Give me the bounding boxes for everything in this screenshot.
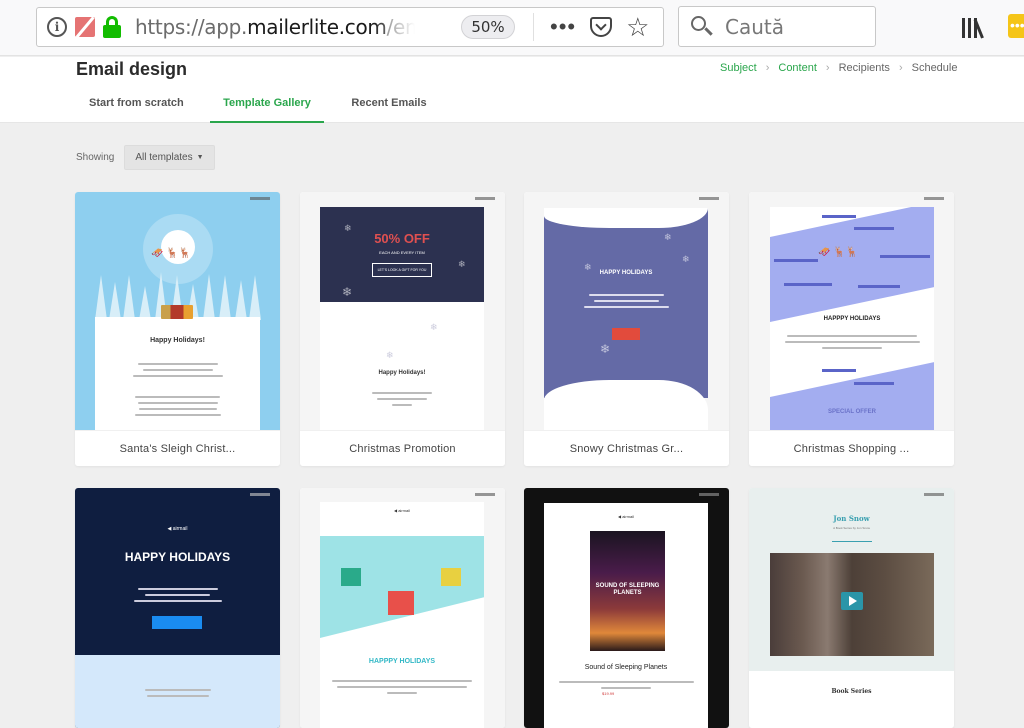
browser-toolbar: i https://app.mailerlite.com/emai 50% ••… (0, 0, 1024, 56)
template-name: Snowy Christmas Gr... (524, 430, 729, 466)
sleigh-illustration: 🛷 🦌🦌 (818, 247, 859, 258)
page-title: Email design (76, 59, 188, 79)
template-section-title: Book Series (831, 688, 872, 695)
chevron-right-icon: › (898, 62, 903, 74)
template-name: Christmas Promotion (300, 430, 505, 466)
view-in-browser-link (250, 197, 270, 200)
template-preview: 🛷 🦌🦌 Happy Holidays! (75, 192, 280, 430)
tab-recent-emails[interactable]: Recent Emails (324, 87, 454, 123)
breadcrumb-schedule[interactable]: Schedule (912, 62, 958, 74)
play-icon (841, 592, 863, 610)
page-header: Email design Subject › Content › Recipie… (0, 57, 1024, 123)
view-in-browser-link (699, 493, 719, 496)
view-in-browser-link (924, 493, 944, 496)
template-card[interactable]: 🛷 🦌🦌 Happy Holidays! Santa's Sleigh Chri… (75, 192, 280, 466)
airmail-logo: ◀ airmail (394, 508, 410, 513)
template-preview: ◀ airmail SOUND OF SLEEPING PLANETS Soun… (524, 488, 729, 728)
template-headline: HAPPY HOLIDAYS (599, 270, 653, 276)
template-headline: HAPPPY HOLIDAYS (368, 658, 436, 665)
breadcrumb-content[interactable]: Content (778, 62, 817, 74)
snow-illustration (544, 380, 708, 430)
template-cta: LET'S LOOK A GIFT FOR YOU (372, 263, 432, 277)
divider (533, 13, 534, 41)
template-cta (612, 328, 640, 340)
address-bar[interactable]: i https://app.mailerlite.com/emai 50% ••… (36, 7, 664, 47)
icicles-illustration (544, 208, 708, 228)
template-headline: Sound of Sleeping Planets (584, 664, 668, 671)
template-headline: 50% OFF (374, 231, 430, 246)
template-preview: 🛷 🦌🦌 HAPPPY HOLIDAYS SPECIAL OFFER (749, 192, 954, 430)
template-subline: EACH AND EVERY ITEM (379, 250, 425, 255)
template-subtitle: A Book Series by Jon Snow (833, 526, 870, 530)
view-in-browser-link (475, 197, 495, 200)
template-headline: HAPPY HOLIDAYS (124, 550, 231, 564)
book-price: $19.99 (602, 691, 615, 696)
breadcrumb-recipients[interactable]: Recipients (839, 62, 890, 74)
dropdown-value: All templates (135, 152, 193, 163)
pocket-icon[interactable] (590, 17, 613, 37)
template-filter: Showing All templates ▼ (76, 145, 215, 170)
template-card[interactable]: 🛷 🦌🦌 HAPPPY HOLIDAYS SPECIAL OFFER Chris… (749, 192, 954, 466)
template-name: Christmas Shopping ... (749, 430, 954, 466)
sleigh-illustration: 🛷 🦌🦌 (151, 248, 192, 259)
divider (832, 541, 872, 542)
template-card[interactable]: ◀ airmail SOUND OF SLEEPING PLANETS Soun… (524, 488, 729, 728)
tab-start-from-scratch[interactable]: Start from scratch (76, 87, 210, 123)
template-preview: ❄ ❄ ❄ ❄ HAPPY HOLIDAYS (524, 192, 729, 430)
url-prefix: https://app. (135, 15, 248, 39)
view-in-browser-link (475, 493, 495, 496)
template-card[interactable]: Jon Snow A Book Series by Jon Snow Book … (749, 488, 954, 728)
template-preview: ◀ airmail HAPPY HOLIDAYS (75, 488, 280, 728)
template-body-headline: Happy Holidays! (378, 370, 426, 376)
design-tabs: Start from scratch Template Gallery Rece… (76, 87, 454, 123)
view-in-browser-link (924, 197, 944, 200)
tab-template-gallery[interactable]: Template Gallery (210, 87, 324, 123)
url-text[interactable]: https://app.mailerlite.com/emai (135, 15, 415, 39)
filter-label: Showing (76, 152, 115, 163)
template-card[interactable]: ❄ ❄ ❄ 50% OFF EACH AND EVERY ITEM LET'S LO… (300, 192, 505, 466)
template-category-dropdown[interactable]: All templates ▼ (124, 145, 215, 170)
template-preview: Jon Snow A Book Series by Jon Snow Book … (749, 488, 954, 728)
template-headline: Happy Holidays! (150, 337, 205, 344)
template-card[interactable]: ◀ airmail HAPPY HOLIDAYS (75, 488, 280, 728)
info-icon[interactable]: i (47, 17, 67, 37)
gifts-illustration (161, 305, 193, 319)
more-actions-icon[interactable]: ••• (550, 16, 576, 38)
calendar-icon[interactable] (75, 17, 95, 37)
template-headline: HAPPPY HOLIDAYS (823, 316, 881, 322)
template-card[interactable]: ◀ airmail HAPPPY HOLIDAYS (300, 488, 505, 728)
lock-icon[interactable] (103, 16, 121, 38)
view-in-browser-link (250, 493, 270, 496)
browser-search-bar[interactable] (678, 6, 876, 47)
library-icon[interactable] (962, 16, 986, 39)
breadcrumb: Subject › Content › Recipients › Schedul… (720, 62, 957, 74)
extension-icon[interactable]: ••• (1008, 14, 1024, 38)
url-suffix: /emai (386, 15, 415, 39)
template-offer: SPECIAL OFFER (828, 409, 876, 415)
chevron-right-icon: › (825, 62, 830, 74)
book-cover-title: SOUND OF SLEEPING PLANETS (595, 583, 660, 596)
template-card[interactable]: ❄ ❄ ❄ ❄ HAPPY HOLIDAYS Snowy Christmas Gr..… (524, 192, 729, 466)
chevron-right-icon: › (765, 62, 770, 74)
airmail-logo: ◀ airmail (167, 526, 188, 532)
template-preview: ❄ ❄ ❄ 50% OFF EACH AND EVERY ITEM LET'S LO… (300, 192, 505, 430)
zoom-level-button[interactable]: 50% (461, 15, 515, 39)
caret-down-icon: ▼ (196, 154, 204, 161)
template-name: Santa's Sleigh Christ... (75, 430, 280, 466)
search-input[interactable] (725, 14, 865, 39)
url-host: mailerlite.com (247, 15, 387, 39)
breadcrumb-subject[interactable]: Subject (720, 62, 757, 74)
view-in-browser-link (699, 197, 719, 200)
template-cta (152, 616, 202, 629)
bookmark-star-icon[interactable]: ☆ (626, 14, 649, 40)
template-author: Jon Snow (833, 514, 870, 523)
template-preview: ◀ airmail HAPPPY HOLIDAYS (300, 488, 505, 728)
airmail-logo: ◀ airmail (618, 514, 634, 519)
search-icon (691, 15, 713, 38)
